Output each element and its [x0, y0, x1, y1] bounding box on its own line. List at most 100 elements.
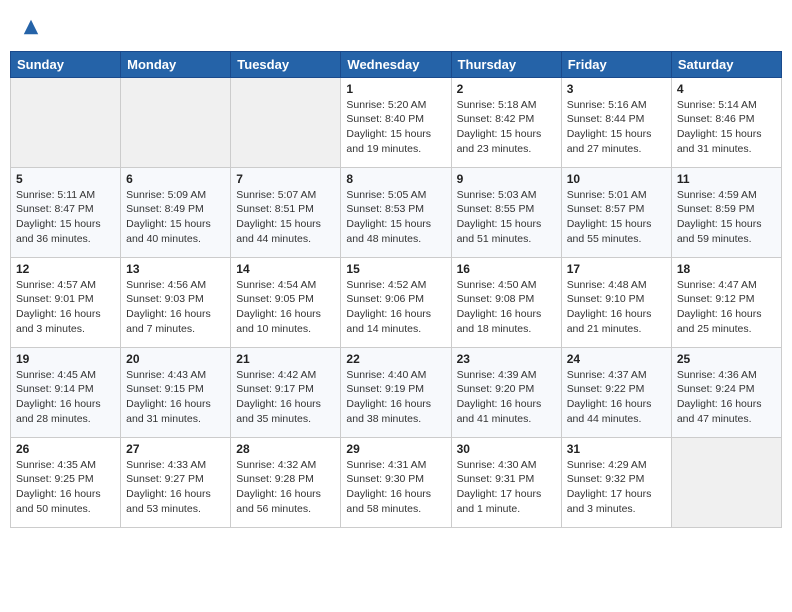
day-info: Sunrise: 4:52 AM Sunset: 9:06 PM Dayligh… — [346, 278, 445, 337]
column-header-tuesday: Tuesday — [231, 51, 341, 77]
column-header-sunday: Sunday — [11, 51, 121, 77]
calendar-cell: 4Sunrise: 5:14 AM Sunset: 8:46 PM Daylig… — [671, 77, 781, 167]
day-number: 25 — [677, 352, 776, 366]
calendar-cell: 1 Sunrise: 5:20 AM Sunset: 8:40 PM Daylig… — [341, 77, 451, 167]
calendar-cell: 26 Sunrise: 4:35 AM Sunset: 9:25 PM Dayli… — [11, 437, 121, 527]
calendar-cell: 23 Sunrise: 4:39 AM Sunset: 9:20 PM Dayli… — [451, 347, 561, 437]
calendar-cell: 18 Sunrise: 4:47 AM Sunset: 9:12 PM Dayli… — [671, 257, 781, 347]
calendar-cell: 2Sunrise: 5:18 AM Sunset: 8:42 PM Daylig… — [451, 77, 561, 167]
day-info: Sunrise: 5:07 AM Sunset: 8:51 PM Dayligh… — [236, 188, 335, 247]
day-number: 8 — [346, 172, 445, 186]
day-number: 23 — [457, 352, 556, 366]
day-number: 6 — [126, 172, 225, 186]
day-number: 19 — [16, 352, 115, 366]
day-info: Sunrise: 4:33 AM Sunset: 9:27 PM Dayligh… — [126, 458, 225, 517]
calendar-cell — [11, 77, 121, 167]
calendar-cell — [121, 77, 231, 167]
calendar-cell: 9 Sunrise: 5:03 AM Sunset: 8:55 PM Daylig… — [451, 167, 561, 257]
day-number: 26 — [16, 442, 115, 456]
column-header-wednesday: Wednesday — [341, 51, 451, 77]
column-header-friday: Friday — [561, 51, 671, 77]
calendar-cell: 10 Sunrise: 5:01 AM Sunset: 8:57 PM Dayli… — [561, 167, 671, 257]
calendar-cell: 30 Sunrise: 4:30 AM Sunset: 9:31 PM Dayli… — [451, 437, 561, 527]
calendar-cell: 13 Sunrise: 4:56 AM Sunset: 9:03 PM Dayli… — [121, 257, 231, 347]
calendar-table: SundayMondayTuesdayWednesdayThursdayFrid… — [10, 51, 782, 528]
day-info: Sunrise: 4:47 AM Sunset: 9:12 PM Dayligh… — [677, 278, 776, 337]
day-info: Sunrise: 4:40 AM Sunset: 9:19 PM Dayligh… — [346, 368, 445, 427]
day-number: 13 — [126, 262, 225, 276]
day-info: Sunrise: 4:39 AM Sunset: 9:20 PM Dayligh… — [457, 368, 556, 427]
day-number: 7 — [236, 172, 335, 186]
calendar-cell: 19 Sunrise: 4:45 AM Sunset: 9:14 PM Dayli… — [11, 347, 121, 437]
calendar-cell: 15 Sunrise: 4:52 AM Sunset: 9:06 PM Dayli… — [341, 257, 451, 347]
week-row-1: 1 Sunrise: 5:20 AM Sunset: 8:40 PM Daylig… — [11, 77, 782, 167]
day-info: Sunrise: 4:43 AM Sunset: 9:15 PM Dayligh… — [126, 368, 225, 427]
day-info: Sunrise: 5:20 AM Sunset: 8:40 PM Dayligh… — [346, 98, 445, 157]
day-number: 24 — [567, 352, 666, 366]
week-row-5: 26 Sunrise: 4:35 AM Sunset: 9:25 PM Dayli… — [11, 437, 782, 527]
day-info: Sunrise: 5:05 AM Sunset: 8:53 PM Dayligh… — [346, 188, 445, 247]
calendar-cell: 25Sunrise: 4:36 AM Sunset: 9:24 PM Dayli… — [671, 347, 781, 437]
day-number: 14 — [236, 262, 335, 276]
calendar-cell: 17Sunrise: 4:48 AM Sunset: 9:10 PM Dayli… — [561, 257, 671, 347]
day-info: Sunrise: 4:48 AM Sunset: 9:10 PM Dayligh… — [567, 278, 666, 337]
day-number: 31 — [567, 442, 666, 456]
calendar-cell: 27 Sunrise: 4:33 AM Sunset: 9:27 PM Dayli… — [121, 437, 231, 527]
day-number: 15 — [346, 262, 445, 276]
calendar-body: 1 Sunrise: 5:20 AM Sunset: 8:40 PM Daylig… — [11, 77, 782, 527]
day-info: Sunrise: 4:29 AM Sunset: 9:32 PM Dayligh… — [567, 458, 666, 517]
calendar-cell: 7 Sunrise: 5:07 AM Sunset: 8:51 PM Daylig… — [231, 167, 341, 257]
calendar-cell: 12 Sunrise: 4:57 AM Sunset: 9:01 PM Dayli… — [11, 257, 121, 347]
day-info: Sunrise: 4:59 AM Sunset: 8:59 PM Dayligh… — [677, 188, 776, 247]
day-number: 29 — [346, 442, 445, 456]
day-info: Sunrise: 4:37 AM Sunset: 9:22 PM Dayligh… — [567, 368, 666, 427]
calendar-cell: 14 Sunrise: 4:54 AM Sunset: 9:05 PM Dayli… — [231, 257, 341, 347]
week-row-2: 5 Sunrise: 5:11 AM Sunset: 8:47 PM Daylig… — [11, 167, 782, 257]
day-info: Sunrise: 5:11 AM Sunset: 8:47 PM Dayligh… — [16, 188, 115, 247]
calendar-cell: 6 Sunrise: 5:09 AM Sunset: 8:49 PM Daylig… — [121, 167, 231, 257]
column-header-monday: Monday — [121, 51, 231, 77]
day-info: Sunrise: 4:30 AM Sunset: 9:31 PM Dayligh… — [457, 458, 556, 517]
day-info: Sunrise: 5:18 AM Sunset: 8:42 PM Dayligh… — [457, 98, 556, 157]
calendar-cell: 8 Sunrise: 5:05 AM Sunset: 8:53 PM Daylig… — [341, 167, 451, 257]
day-number: 20 — [126, 352, 225, 366]
day-number: 12 — [16, 262, 115, 276]
day-number: 9 — [457, 172, 556, 186]
day-number: 5 — [16, 172, 115, 186]
calendar-cell: 22 Sunrise: 4:40 AM Sunset: 9:19 PM Dayli… — [341, 347, 451, 437]
logo-icon — [22, 18, 40, 36]
calendar-cell: 11 Sunrise: 4:59 AM Sunset: 8:59 PM Dayli… — [671, 167, 781, 257]
day-info: Sunrise: 5:14 AM Sunset: 8:46 PM Dayligh… — [677, 98, 776, 157]
day-number: 16 — [457, 262, 556, 276]
calendar-cell: 31 Sunrise: 4:29 AM Sunset: 9:32 PM Dayli… — [561, 437, 671, 527]
day-number: 3 — [567, 82, 666, 96]
day-number: 11 — [677, 172, 776, 186]
day-number: 28 — [236, 442, 335, 456]
calendar-cell: 5 Sunrise: 5:11 AM Sunset: 8:47 PM Daylig… — [11, 167, 121, 257]
calendar-cell: 3Sunrise: 5:16 AM Sunset: 8:44 PM Daylig… — [561, 77, 671, 167]
day-number: 18 — [677, 262, 776, 276]
day-info: Sunrise: 4:35 AM Sunset: 9:25 PM Dayligh… — [16, 458, 115, 517]
day-info: Sunrise: 4:56 AM Sunset: 9:03 PM Dayligh… — [126, 278, 225, 337]
day-info: Sunrise: 4:57 AM Sunset: 9:01 PM Dayligh… — [16, 278, 115, 337]
day-number: 30 — [457, 442, 556, 456]
calendar-cell: 21Sunrise: 4:42 AM Sunset: 9:17 PM Dayli… — [231, 347, 341, 437]
day-info: Sunrise: 5:03 AM Sunset: 8:55 PM Dayligh… — [457, 188, 556, 247]
day-info: Sunrise: 4:31 AM Sunset: 9:30 PM Dayligh… — [346, 458, 445, 517]
calendar-cell: 29 Sunrise: 4:31 AM Sunset: 9:30 PM Dayli… — [341, 437, 451, 527]
day-number: 22 — [346, 352, 445, 366]
day-info: Sunrise: 4:32 AM Sunset: 9:28 PM Dayligh… — [236, 458, 335, 517]
day-info: Sunrise: 4:45 AM Sunset: 9:14 PM Dayligh… — [16, 368, 115, 427]
day-number: 10 — [567, 172, 666, 186]
day-info: Sunrise: 4:54 AM Sunset: 9:05 PM Dayligh… — [236, 278, 335, 337]
calendar-cell: 20 Sunrise: 4:43 AM Sunset: 9:15 PM Dayli… — [121, 347, 231, 437]
day-info: Sunrise: 5:01 AM Sunset: 8:57 PM Dayligh… — [567, 188, 666, 247]
day-number: 1 — [346, 82, 445, 96]
week-row-4: 19 Sunrise: 4:45 AM Sunset: 9:14 PM Dayli… — [11, 347, 782, 437]
day-info: Sunrise: 4:50 AM Sunset: 9:08 PM Dayligh… — [457, 278, 556, 337]
calendar-cell: 16 Sunrise: 4:50 AM Sunset: 9:08 PM Dayli… — [451, 257, 561, 347]
day-info: Sunrise: 4:42 AM Sunset: 9:17 PM Dayligh… — [236, 368, 335, 427]
day-number: 27 — [126, 442, 225, 456]
column-header-saturday: Saturday — [671, 51, 781, 77]
day-info: Sunrise: 5:09 AM Sunset: 8:49 PM Dayligh… — [126, 188, 225, 247]
